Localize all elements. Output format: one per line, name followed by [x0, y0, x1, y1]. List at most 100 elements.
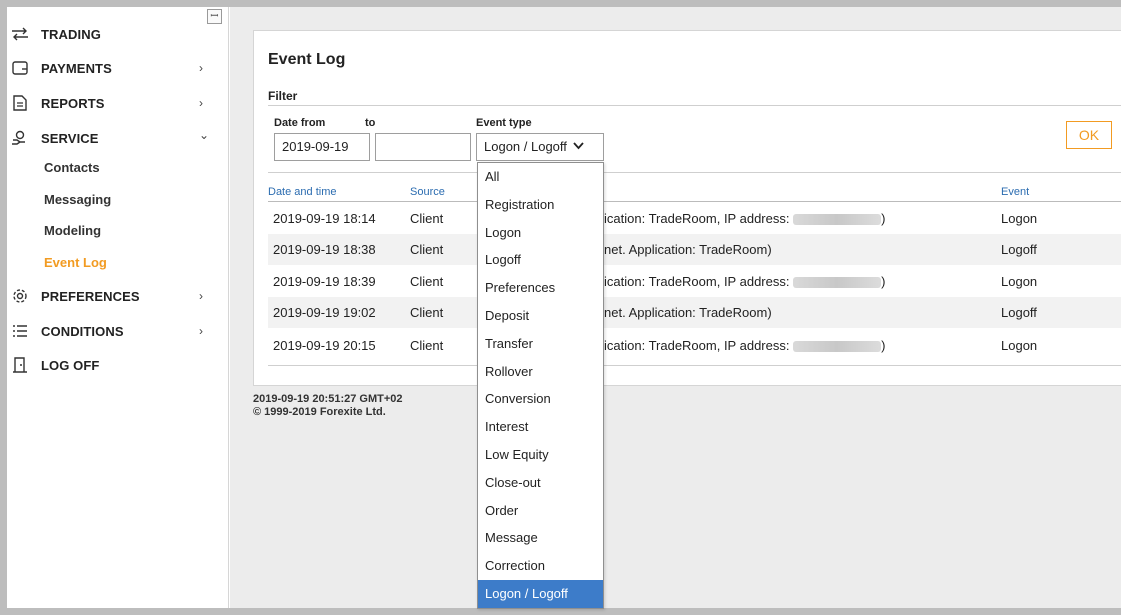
nav-label: REPORTS: [41, 95, 105, 111]
dropdown-option-logon[interactable]: Logon: [478, 219, 603, 247]
nav-service[interactable]: SERVICE ⌄: [7, 124, 229, 152]
redacted-ip: [793, 277, 882, 289]
cell-details: ication: TradeRoom, IP address: ): [604, 211, 885, 226]
chevron-right-icon: ›: [199, 61, 203, 75]
cell-datetime: 2019-09-19 19:02: [273, 305, 376, 320]
table-row[interactable]: 2019-09-19 20:15 Client ication: TradeRo…: [268, 330, 1121, 361]
nav-reports[interactable]: REPORTS ›: [7, 89, 229, 117]
dropdown-option-logon-logoff[interactable]: Logon / Logoff: [478, 579, 603, 608]
cell-source: Client: [410, 305, 444, 320]
document-icon: [11, 94, 29, 112]
cell-event: Logon: [1001, 274, 1038, 289]
support-hand-icon: [11, 129, 29, 147]
swap-arrows-icon: [11, 25, 29, 43]
cell-details: ication: TradeRoom, IP address: ): [604, 274, 885, 289]
sub-item-event-log[interactable]: Event Log: [44, 250, 107, 274]
table-row[interactable]: 2019-09-19 19:02 Client net. Application…: [268, 297, 1121, 328]
event-type-label: Event type: [476, 117, 532, 129]
cell-event: Logoff: [1001, 305, 1037, 320]
dropdown-option-rollover[interactable]: Rollover: [478, 358, 603, 386]
cell-datetime: 2019-09-19 18:14: [273, 211, 376, 226]
dropdown-option-all[interactable]: All: [478, 163, 603, 191]
gear-icon: [11, 287, 29, 305]
dropdown-option-order[interactable]: Order: [478, 497, 603, 525]
details-tail: ): [881, 274, 886, 289]
sub-item-messaging[interactable]: Messaging: [44, 187, 111, 211]
date-from-input[interactable]: 2019-09-19: [274, 133, 370, 161]
dropdown-option-registration[interactable]: Registration: [478, 191, 603, 219]
dropdown-option-deposit[interactable]: Deposit: [478, 302, 603, 330]
date-to-label: to: [365, 117, 376, 129]
table-row[interactable]: 2019-09-19 18:38 Client net. Application…: [268, 234, 1121, 265]
cell-event: Logon: [1001, 211, 1038, 226]
nav-conditions[interactable]: CONDITIONS ›: [7, 317, 229, 345]
cell-datetime: 2019-09-19 18:38: [273, 242, 376, 257]
cell-details: net. Application: TradeRoom): [604, 242, 772, 257]
footer: 2019-09-19 20:51:27 GMT+02 © 1999-2019 F…: [253, 393, 403, 419]
dropdown-option-close-out[interactable]: Close-out: [478, 469, 603, 497]
cell-source: Client: [410, 211, 444, 226]
nav-preferences[interactable]: PREFERENCES ›: [7, 282, 229, 310]
ok-button[interactable]: OK: [1066, 121, 1112, 149]
cell-source: Client: [410, 242, 444, 257]
divider: [268, 365, 1121, 366]
cell-datetime: 2019-09-19 20:15: [273, 338, 376, 353]
table-row[interactable]: 2019-09-19 18:39 Client ication: TradeRo…: [268, 266, 1121, 297]
nav-label: PREFERENCES: [41, 288, 140, 304]
dropdown-option-transfer[interactable]: Transfer: [478, 330, 603, 358]
dropdown-option-preferences[interactable]: Preferences: [478, 274, 603, 302]
nav-payments[interactable]: PAYMENTS ›: [7, 54, 229, 82]
column-header-datetime[interactable]: Date and time: [268, 186, 336, 198]
sub-item-modeling[interactable]: Modeling: [44, 218, 101, 242]
cell-event: Logon: [1001, 338, 1038, 353]
details-tail: ): [881, 338, 886, 353]
details-text: ication: TradeRoom, IP address:: [604, 274, 790, 289]
nav-label: CONDITIONS: [41, 323, 124, 339]
chevron-down-icon: [573, 134, 584, 160]
cell-details: ication: TradeRoom, IP address: ): [604, 338, 885, 353]
dropdown-option-low-equity[interactable]: Low Equity: [478, 441, 603, 469]
nav-label: TRADING: [41, 26, 101, 42]
dropdown-option-correction[interactable]: Correction: [478, 552, 603, 580]
table-row[interactable]: 2019-09-19 18:14 Client ication: TradeRo…: [268, 203, 1121, 234]
dropdown-option-logoff[interactable]: Logoff: [478, 246, 603, 274]
column-header-event[interactable]: Event: [1001, 186, 1029, 198]
page-title: Event Log: [268, 51, 346, 68]
cell-source: Client: [410, 338, 444, 353]
details-text: ication: TradeRoom, IP address:: [604, 338, 790, 353]
column-header-source[interactable]: Source: [410, 186, 445, 198]
nav-trading[interactable]: TRADING: [7, 20, 229, 48]
cell-details: net. Application: TradeRoom): [604, 305, 772, 320]
footer-timestamp: 2019-09-19 20:51:27 GMT+02: [253, 393, 403, 405]
nav-label: PAYMENTS: [41, 60, 112, 76]
dropdown-option-message[interactable]: Message: [478, 524, 603, 552]
event-type-dropdown: All Registration Logon Logoff Preference…: [477, 162, 604, 609]
cell-datetime: 2019-09-19 18:39: [273, 274, 376, 289]
nav-label: SERVICE: [41, 130, 99, 146]
chevron-right-icon: ›: [199, 324, 203, 338]
event-type-select[interactable]: Logon / Logoff: [476, 133, 604, 161]
dropdown-option-conversion[interactable]: Conversion: [478, 385, 603, 413]
chevron-down-icon: ⌄: [199, 128, 210, 142]
cell-event: Logoff: [1001, 242, 1037, 257]
footer-copyright: © 1999-2019 Forexite Ltd.: [253, 406, 386, 418]
wallet-icon: [11, 59, 29, 77]
filter-title: Filter: [268, 89, 298, 103]
redacted-ip: [793, 214, 882, 226]
divider: [268, 172, 1121, 173]
date-from-label: Date from: [274, 117, 326, 129]
event-log-card: Event Log Filter Date from to Event type…: [253, 30, 1121, 386]
header-divider: [268, 201, 1121, 202]
date-to-input[interactable]: [375, 133, 471, 161]
nav-log-off[interactable]: LOG OFF: [7, 351, 229, 379]
logoff-door-icon: [11, 356, 29, 374]
dropdown-option-interest[interactable]: Interest: [478, 413, 603, 441]
event-type-value: Logon / Logoff: [484, 139, 567, 154]
redacted-ip: [793, 341, 882, 353]
main-area: Event Log Filter Date from to Event type…: [230, 7, 1121, 608]
chevron-right-icon: ›: [199, 289, 203, 303]
nav-label: LOG OFF: [41, 357, 100, 373]
sub-item-contacts[interactable]: Contacts: [44, 155, 100, 179]
list-icon: [11, 322, 29, 340]
cell-source: Client: [410, 274, 444, 289]
